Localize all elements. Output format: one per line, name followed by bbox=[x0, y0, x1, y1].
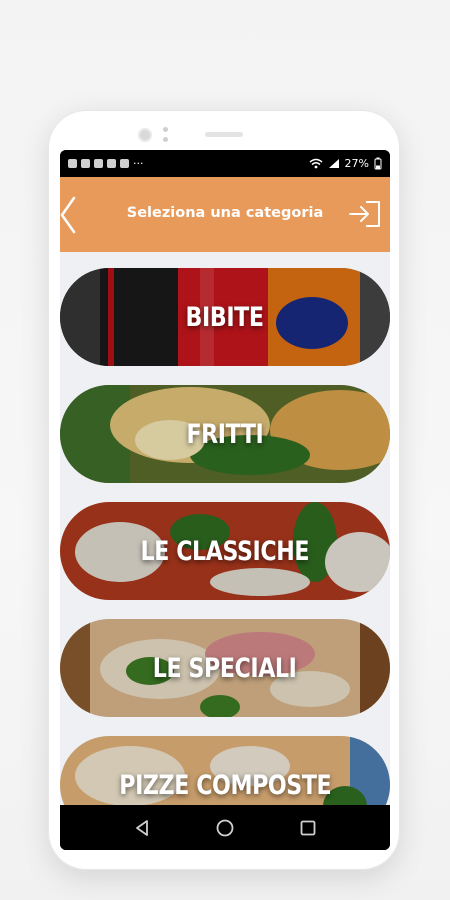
notification-icons: ··· bbox=[68, 157, 144, 170]
status-bar: ··· 27% bbox=[60, 150, 390, 177]
sensors bbox=[163, 127, 168, 143]
category-card-bibite[interactable]: BIBITE bbox=[60, 268, 390, 366]
wifi-icon bbox=[309, 158, 323, 169]
front-camera bbox=[138, 128, 152, 142]
category-label: LE SPECIALI bbox=[153, 652, 297, 684]
square-recents-icon[interactable] bbox=[297, 817, 319, 839]
category-label: PIZZE COMPOSTE bbox=[119, 769, 331, 801]
notification-icon bbox=[68, 159, 77, 168]
category-card-le-classiche[interactable]: LE CLASSICHE bbox=[60, 502, 390, 600]
notification-icon bbox=[81, 159, 90, 168]
notification-icon bbox=[107, 159, 116, 168]
circle-home-icon[interactable] bbox=[214, 817, 236, 839]
category-card-le-speciali[interactable]: LE SPECIALI bbox=[60, 619, 390, 717]
battery-icon bbox=[374, 157, 382, 170]
facebook-icon bbox=[94, 159, 103, 168]
earpiece-speaker bbox=[205, 132, 243, 137]
login-icon[interactable] bbox=[348, 199, 382, 229]
more-notifications-indicator: ··· bbox=[133, 157, 144, 170]
signal-icon bbox=[328, 159, 339, 168]
android-nav-bar bbox=[60, 805, 390, 850]
category-label: FRITTI bbox=[186, 418, 264, 450]
category-label: BIBITE bbox=[185, 301, 265, 333]
category-label: LE CLASSICHE bbox=[140, 535, 310, 567]
app-screen: ··· 27% Seleziona una categoria BIBITE F… bbox=[60, 150, 390, 850]
app-header: Seleziona una categoria bbox=[60, 177, 390, 252]
mail-icon bbox=[120, 159, 129, 168]
triangle-back-icon[interactable] bbox=[131, 817, 153, 839]
system-icons: 27% bbox=[309, 157, 382, 170]
category-list: BIBITE FRITTI LE CLASSICHE LE SPECIALI P… bbox=[60, 252, 390, 805]
battery-percent: 27% bbox=[344, 157, 369, 170]
category-card-fritti[interactable]: FRITTI bbox=[60, 385, 390, 483]
page-title: Seleziona una categoria bbox=[126, 205, 324, 221]
category-card-pizze-composte[interactable]: PIZZE COMPOSTE bbox=[60, 736, 390, 805]
